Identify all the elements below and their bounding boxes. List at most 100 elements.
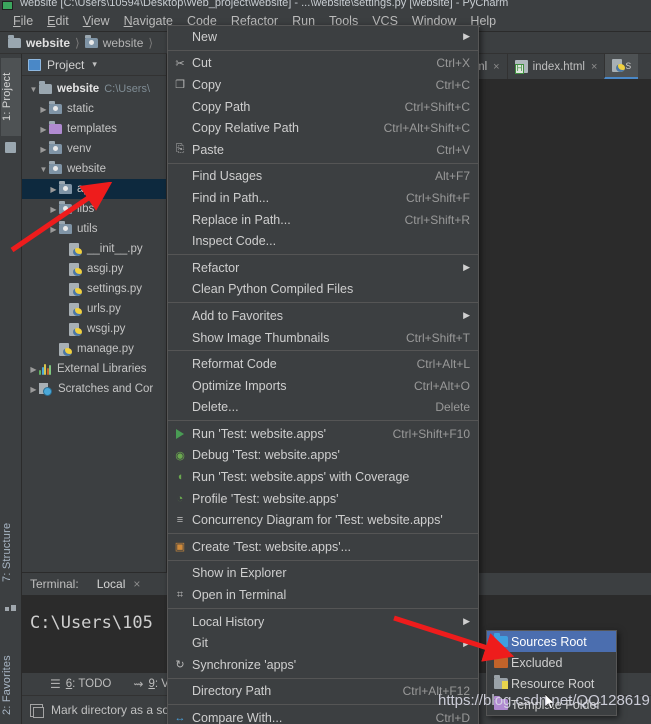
library-icon [39, 363, 52, 375]
context-menu-item[interactable]: New ▶ [168, 26, 478, 48]
chevron-right-icon[interactable]: ▶ [48, 225, 59, 234]
terminal-tab-local[interactable]: Local [97, 577, 126, 591]
sidebar-item-project[interactable]: 1: Project [1, 58, 21, 136]
context-menu-item[interactable]: ◉ Debug 'Test: website.apps' [168, 445, 478, 467]
context-menu-item[interactable]: Git ▶ [168, 632, 478, 654]
submenu-item[interactable]: Excluded [487, 652, 616, 673]
context-menu-item-label: Inspect Code... [192, 234, 277, 249]
sidebar-item-favorites[interactable]: 2: Favorites [1, 638, 21, 724]
chevron-right-icon[interactable]: ▶ [38, 105, 49, 114]
tree-row[interactable]: urls.py [22, 299, 166, 319]
editor-tab-settings-py[interactable]: s [604, 54, 639, 79]
context-menu-item-label: Reformat Code [192, 357, 277, 372]
tree-row[interactable]: ▶ External Libraries [22, 359, 166, 379]
chevron-right-icon[interactable]: ▶ [38, 125, 49, 134]
tree-row[interactable]: ▶ templates [22, 119, 166, 139]
profile-icon: ◔ [176, 492, 184, 505]
context-menu-item[interactable]: Show in Explorer [168, 563, 478, 585]
close-icon[interactable]: × [591, 61, 597, 73]
tree-row-label: apps [77, 183, 102, 195]
context-menu-item[interactable]: ↔ Compare With... Ctrl+D [168, 707, 478, 724]
tree-row[interactable]: ▶ static [22, 99, 166, 119]
context-menu-item[interactable]: Reformat Code Ctrl+Alt+L [168, 353, 478, 375]
editor-tab-index-html[interactable]: index.html × [506, 54, 605, 79]
bottom-tab-todo[interactable]: ☰ 6: TODO [50, 677, 111, 691]
context-menu-item[interactable]: Replace in Path... Ctrl+Shift+R [168, 209, 478, 231]
chevron-down-icon[interactable]: ▼ [28, 85, 39, 94]
context-menu-item[interactable]: Inspect Code... [168, 230, 478, 252]
menu-separator [168, 704, 478, 706]
close-icon[interactable]: × [493, 61, 499, 73]
sidebar-item-label: 1: Project [1, 72, 13, 122]
chevron-down-icon[interactable]: ▼ [38, 165, 49, 174]
menu-separator [168, 350, 478, 352]
tree-row[interactable]: ▶ apps [22, 179, 166, 199]
menu-edit[interactable]: Edit [40, 12, 76, 30]
chevron-right-icon[interactable]: ▶ [28, 385, 39, 394]
close-icon[interactable]: × [133, 577, 140, 591]
context-menu-item[interactable]: ≡ Concurrency Diagram for 'Test: website.… [168, 509, 478, 531]
menu-separator [168, 420, 478, 422]
context-menu-item-label: Copy Relative Path [192, 121, 300, 136]
context-menu-item[interactable]: Directory Path Ctrl+Alt+F12 [168, 681, 478, 703]
context-menu-item[interactable]: Copy Relative Path Ctrl+Alt+Shift+C [168, 117, 478, 139]
project-panel-header[interactable]: Project ▾ [22, 54, 166, 76]
context-menu-item[interactable]: Find Usages Alt+F7 [168, 166, 478, 188]
context-menu-item[interactable]: ◔ Profile 'Test: website.apps' [168, 488, 478, 510]
context-menu-item[interactable]: Clean Python Compiled Files [168, 279, 478, 301]
context-menu-item-label: Run 'Test: website.apps' with Coverage [192, 470, 410, 485]
context-menu-item-label: Cut [192, 56, 212, 71]
chevron-right-icon[interactable]: ▶ [48, 205, 59, 214]
tree-row[interactable]: ▼ website [22, 159, 166, 179]
chevron-right-icon[interactable]: ▶ [38, 145, 49, 154]
breadcrumb-item-1[interactable]: website [84, 34, 143, 50]
chevron-right-icon: ▶ [463, 262, 470, 273]
tree-row[interactable]: ▼ website C:\Users\ [22, 79, 166, 99]
project-icon [5, 142, 16, 153]
context-menu-item[interactable]: ✂ Cut Ctrl+X [168, 53, 478, 75]
tree-row[interactable]: settings.py [22, 279, 166, 299]
tree-row[interactable]: asgi.py [22, 259, 166, 279]
chevron-right-icon[interactable]: ▶ [28, 365, 39, 374]
menu-file[interactable]: File [6, 12, 40, 30]
tree-row[interactable]: ▶ venv [22, 139, 166, 159]
tree-row[interactable]: __init__.py [22, 239, 166, 259]
context-menu-item[interactable]: Delete... Delete [168, 397, 478, 419]
context-menu-item-label: Run 'Test: website.apps' [192, 426, 327, 441]
tree-row[interactable]: ▶ libs [22, 199, 166, 219]
menu-separator [168, 607, 478, 609]
breadcrumb-item-0[interactable]: website [8, 34, 70, 50]
chevron-right-icon[interactable]: ▶ [48, 185, 59, 194]
context-menu-item[interactable]: Run 'Test: website.apps' Ctrl+Shift+F10 [168, 423, 478, 445]
context-menu-item[interactable]: Refactor ▶ [168, 257, 478, 279]
context-menu-item[interactable]: ⎘ Paste Ctrl+V [168, 139, 478, 161]
submenu-item[interactable]: Sources Root [487, 631, 616, 652]
python-file-icon [612, 59, 626, 72]
context-menu-item[interactable]: Add to Favorites ▶ [168, 305, 478, 327]
submenu-item[interactable]: Resource Root [487, 673, 616, 694]
tree-row[interactable]: ▶ utils [22, 219, 166, 239]
context-menu-item[interactable]: ◖ Run 'Test: website.apps' with Coverage [168, 466, 478, 488]
tree-row[interactable]: manage.py [22, 339, 166, 359]
tree-row[interactable]: ▶ Scratches and Cor [22, 379, 166, 399]
context-menu-item[interactable]: ↻ Synchronize 'apps' [168, 654, 478, 676]
context-menu-item[interactable]: ⌗ Open in Terminal [168, 584, 478, 606]
context-menu-item[interactable]: ▣ Create 'Test: website.apps'... [168, 536, 478, 558]
breadcrumb-separator: ⟩ [148, 35, 154, 50]
context-menu-item[interactable]: Find in Path... Ctrl+Shift+F [168, 187, 478, 209]
context-menu-item[interactable]: Local History ▶ [168, 611, 478, 633]
tree-row-label: Scratches and Cor [58, 383, 154, 395]
sidebar-item-structure[interactable]: 7: Structure [1, 509, 21, 595]
context-menu-item[interactable]: ❐ Copy Ctrl+C [168, 74, 478, 96]
copy-icon: ❐ [175, 79, 185, 92]
python-file-icon [69, 282, 82, 296]
menu-view[interactable]: View [76, 12, 117, 30]
context-menu-item[interactable]: Copy Path Ctrl+Shift+C [168, 96, 478, 118]
project-panel: Project ▾ ▼ website C:\Users\ ▶ static ▶ templ… [22, 54, 167, 572]
context-menu-item[interactable]: Show Image Thumbnails Ctrl+Shift+T [168, 327, 478, 349]
chevron-down-icon[interactable]: ▾ [92, 59, 97, 70]
context-menu-item[interactable]: Optimize Imports Ctrl+Alt+O [168, 375, 478, 397]
tree-row[interactable]: wsgi.py [22, 319, 166, 339]
